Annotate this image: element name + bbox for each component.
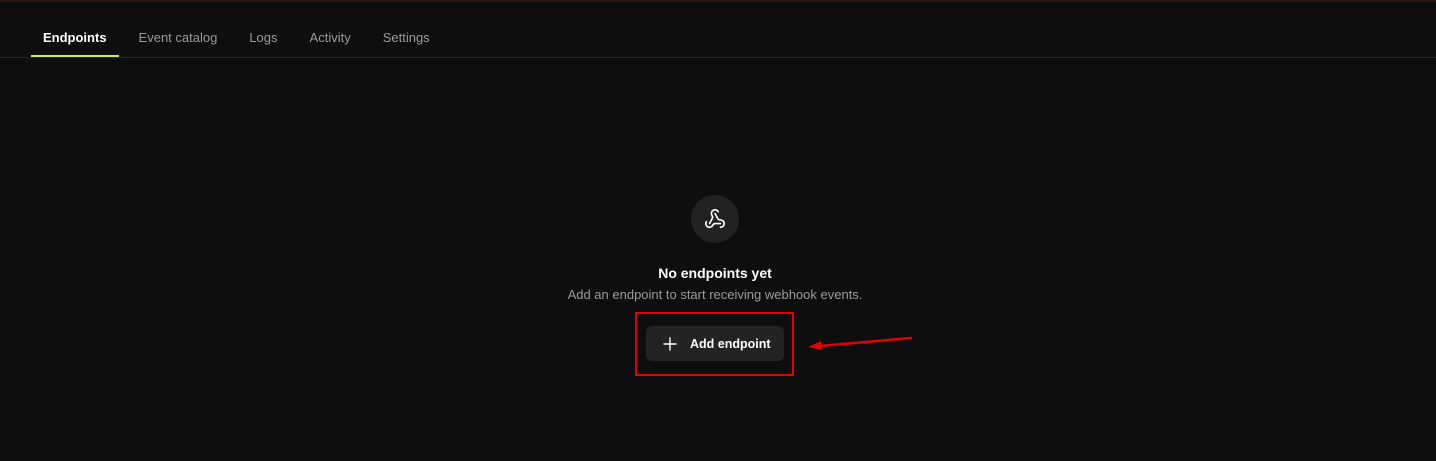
- annotation-arrow-icon: [808, 336, 913, 350]
- webhooks-page: Endpoints Event catalog Logs Activity Se…: [0, 0, 1436, 461]
- tab-bar: Endpoints Event catalog Logs Activity Se…: [31, 19, 450, 57]
- top-border: [0, 0, 1436, 2]
- webhook-icon: [705, 209, 725, 229]
- add-endpoint-button[interactable]: Add endpoint: [646, 326, 784, 361]
- tab-event-catalog[interactable]: Event catalog: [127, 19, 230, 57]
- tab-endpoints[interactable]: Endpoints: [31, 19, 119, 57]
- tab-bar-divider: [0, 57, 1436, 58]
- empty-state-icon-container: [691, 195, 739, 243]
- plus-icon: [663, 336, 677, 351]
- tab-settings[interactable]: Settings: [371, 19, 442, 57]
- empty-state-title: No endpoints yet: [658, 265, 772, 281]
- add-endpoint-label: Add endpoint: [690, 336, 771, 351]
- tab-logs[interactable]: Logs: [237, 19, 289, 57]
- empty-state: No endpoints yet Add an endpoint to star…: [0, 195, 1430, 303]
- empty-state-subtitle: Add an endpoint to start receiving webho…: [567, 287, 863, 302]
- tab-activity[interactable]: Activity: [298, 19, 363, 57]
